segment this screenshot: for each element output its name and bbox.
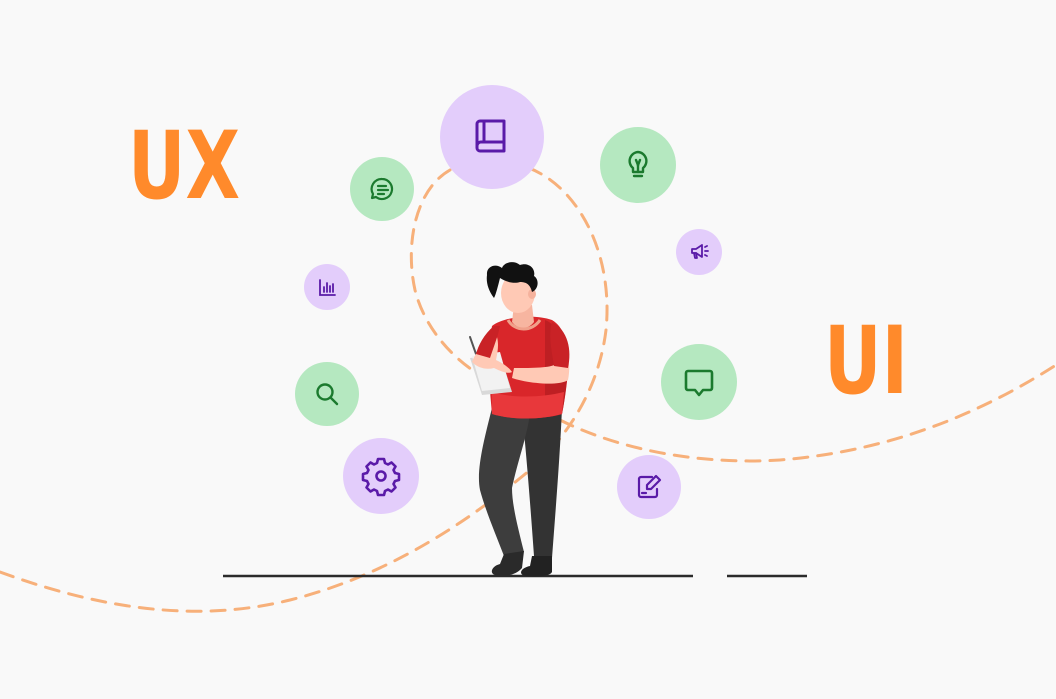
lightbulb-icon-circle [600, 127, 676, 203]
ui-label: UI [824, 307, 908, 416]
person-shoe-back [521, 556, 552, 577]
bar-chart-icon-circle [304, 264, 350, 310]
edit-note-icon-circle [617, 455, 681, 519]
person-leg-front [478, 408, 530, 556]
chat-bubble-icon-circle [350, 157, 414, 221]
person-figure [469, 262, 570, 577]
message-icon-circle [661, 344, 737, 420]
ux-label: UX [128, 112, 240, 221]
ux-ui-illustration: UX UI [0, 85, 1056, 613]
settings-gear-icon-circle [343, 438, 419, 514]
megaphone-icon-circle [676, 229, 722, 275]
person-shoe-front [491, 551, 524, 576]
search-icon-circle [295, 362, 359, 426]
book-icon-circle [440, 85, 544, 189]
person-leg-back [522, 408, 562, 558]
dashed-curve-ring [409, 168, 482, 377]
dashed-curve-right [558, 363, 1056, 463]
